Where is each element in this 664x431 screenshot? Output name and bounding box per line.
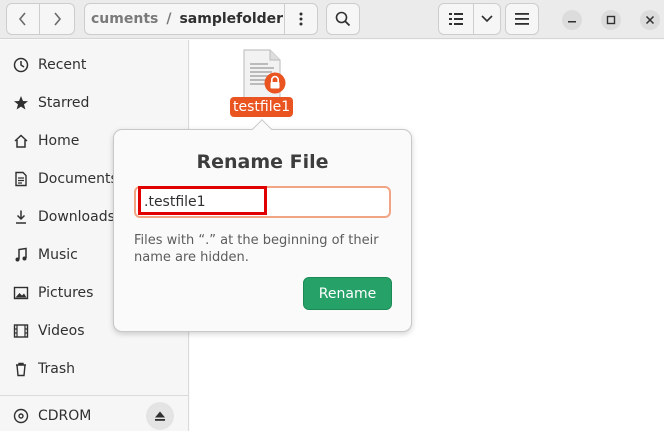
rename-button[interactable]: Rename <box>303 277 392 310</box>
search-icon <box>335 11 351 27</box>
back-button[interactable] <box>6 3 40 35</box>
breadcrumb-separator: / <box>166 11 172 27</box>
sidebar-item-label: Videos <box>38 323 85 339</box>
sidebar-item-label: Downloads <box>38 209 115 225</box>
sidebar-divider <box>0 395 188 396</box>
header-bar: cuments / samplefolder <box>0 0 664 39</box>
document-icon <box>13 171 29 187</box>
forward-button[interactable] <box>39 3 75 35</box>
sidebar-item-label: Pictures <box>38 285 94 301</box>
popover-title: Rename File <box>196 151 329 173</box>
pictures-icon <box>13 285 29 301</box>
minimize-button[interactable] <box>562 10 582 30</box>
hamburger-menu-icon <box>515 13 529 25</box>
sidebar-item-label: CDROM <box>38 408 92 424</box>
chevron-right-icon <box>54 12 62 26</box>
sidebar-item-label: Trash <box>38 361 75 377</box>
minimize-icon <box>568 21 576 23</box>
view-options-button[interactable] <box>473 3 501 35</box>
main-menu-button[interactable] <box>505 3 539 35</box>
search-button[interactable] <box>326 3 360 35</box>
hidden-files-hint: Files with “.” at the beginning of their… <box>134 233 379 265</box>
vertical-ellipsis-icon <box>299 12 303 26</box>
disc-icon <box>13 408 29 424</box>
download-icon <box>13 209 29 225</box>
home-icon <box>13 133 29 149</box>
sidebar-item-label: Recent <box>38 57 87 73</box>
text-file-icon <box>240 48 288 102</box>
file-manager-window: cuments / samplefolder Recent Starred Ho… <box>0 0 664 431</box>
eject-icon <box>155 411 165 421</box>
sidebar-item-label: Documents <box>38 171 118 187</box>
clock-icon <box>13 57 29 73</box>
sidebar-item-label: Music <box>38 247 78 263</box>
close-icon <box>645 15 655 25</box>
maximize-icon <box>606 15 616 25</box>
file-name-label: testfile1 <box>230 97 294 117</box>
folder-menu-button[interactable] <box>284 3 318 35</box>
chevron-left-icon <box>18 12 26 26</box>
maximize-button[interactable] <box>601 10 621 30</box>
sidebar-item-recent[interactable]: Recent <box>0 46 188 84</box>
annotation-highlight-box <box>138 186 267 215</box>
rename-input[interactable]: .testfile1 <box>134 186 391 218</box>
sidebar-item-trash[interactable]: Trash <box>0 350 188 388</box>
videos-icon <box>13 323 29 339</box>
star-icon <box>13 95 29 111</box>
trash-icon <box>13 361 29 377</box>
lock-icon <box>264 72 286 94</box>
breadcrumb: cuments / samplefolder <box>84 3 285 35</box>
list-view-button[interactable] <box>438 3 474 35</box>
close-button[interactable] <box>640 10 660 30</box>
breadcrumb-current[interactable]: samplefolder <box>179 11 283 27</box>
list-view-icon <box>449 13 463 25</box>
eject-button[interactable] <box>146 402 174 430</box>
breadcrumb-parent[interactable]: cuments <box>91 11 158 27</box>
chevron-down-icon <box>481 15 493 23</box>
rename-popover: Rename File .testfile1 Files with “.” at… <box>113 119 412 332</box>
music-icon <box>13 247 29 263</box>
sidebar-item-starred[interactable]: Starred <box>0 84 188 122</box>
sidebar-item-label: Starred <box>38 95 90 111</box>
sidebar-item-label: Home <box>38 133 80 149</box>
